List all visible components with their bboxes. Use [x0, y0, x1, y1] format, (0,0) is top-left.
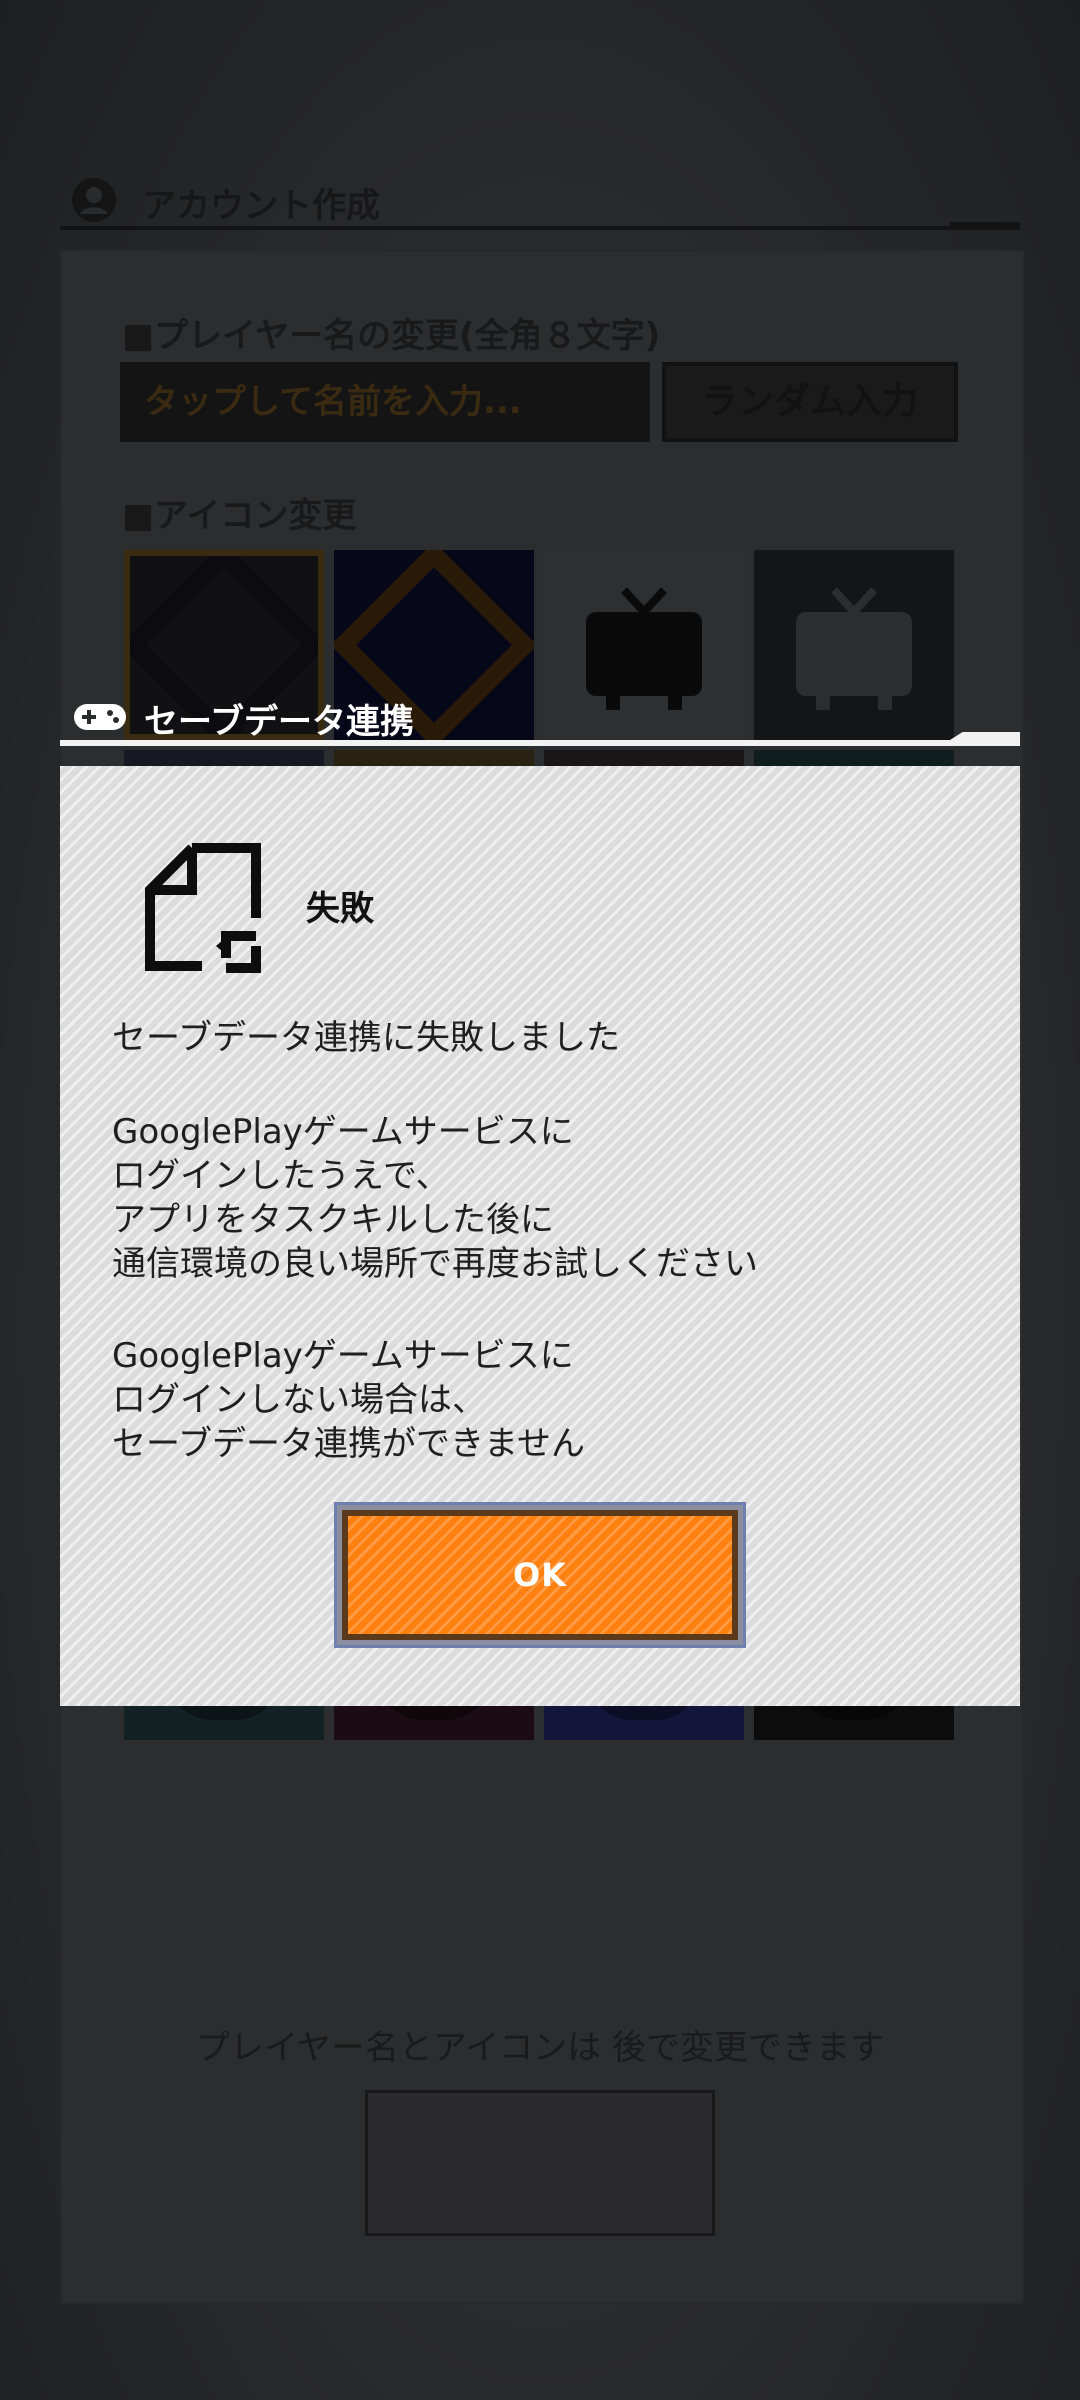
- screen: アカウント作成 ■プレイヤー名の変更(全角８文字) タップして名前を入力... …: [0, 0, 1080, 2400]
- ok-button-face[interactable]: OK: [342, 1510, 738, 1640]
- header-tab-decoration: [950, 222, 1020, 230]
- dialog-section-title: セーブデータ連携: [144, 702, 414, 742]
- status-title: 失敗: [306, 889, 374, 929]
- account-section-header: アカウント作成: [60, 176, 1020, 230]
- ok-button-label: OK: [513, 1556, 567, 1594]
- dialog-header-underline: [60, 732, 1020, 746]
- dialog-section-header: セーブデータ連携: [60, 690, 1020, 742]
- retry-instructions: GooglePlayゲームサービスに ログインしたうえで、 アプリをタスクキルし…: [112, 1112, 758, 1284]
- change-later-hint: プレイヤー名とアイコンは 後で変更できます: [195, 2028, 885, 2068]
- login-warning: GooglePlayゲームサービスに ログインしない場合は、 セーブデータ連携が…: [112, 1336, 585, 1464]
- file-sync-icon: [145, 843, 261, 973]
- account-section-title: アカウント作成: [142, 186, 380, 226]
- ok-button[interactable]: OK: [334, 1502, 746, 1648]
- user-circle-icon: [72, 178, 116, 222]
- gamepad-icon: [74, 704, 126, 730]
- error-message: セーブデータ連携に失敗しました: [112, 1018, 620, 1058]
- save-data-dialog: 失敗 セーブデータ連携に失敗しました GooglePlayゲームサービスに ログ…: [60, 766, 1020, 1706]
- icon-change-label: ■アイコン変更: [122, 496, 357, 536]
- player-name-label: ■プレイヤー名の変更(全角８文字): [122, 316, 661, 356]
- player-name-input[interactable]: タップして名前を入力...: [120, 362, 650, 442]
- confirm-button[interactable]: [365, 2090, 715, 2236]
- random-input-button[interactable]: ランダム入力: [662, 362, 958, 442]
